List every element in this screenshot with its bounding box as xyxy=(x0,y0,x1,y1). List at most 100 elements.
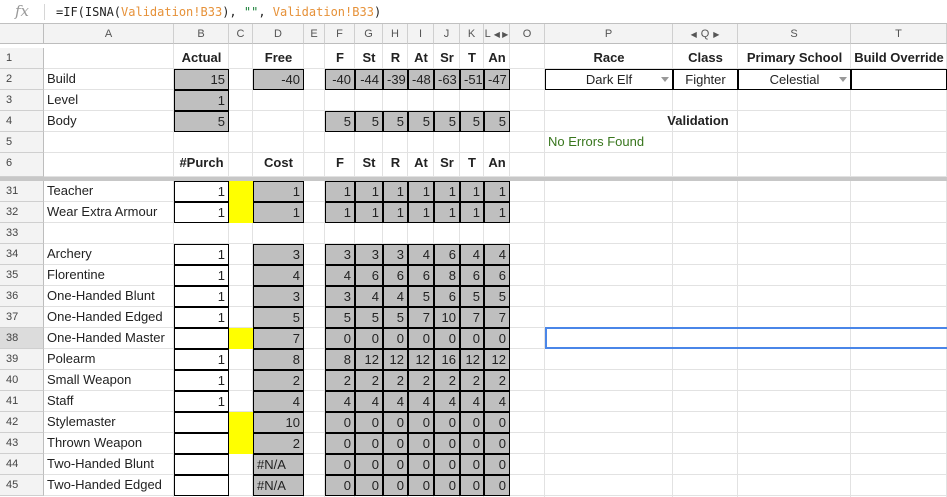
column-header-o[interactable]: O xyxy=(510,24,545,44)
skill-cost-cell[interactable]: 2 xyxy=(253,370,304,391)
purchase-count-input[interactable] xyxy=(174,454,229,475)
race-cost-cell[interactable]: 1 xyxy=(408,181,434,202)
race-cost-cell[interactable]: 1 xyxy=(460,181,484,202)
column-header-d[interactable]: D xyxy=(253,24,304,44)
stat-value-cell[interactable]: 5 xyxy=(355,111,383,132)
column-header-c[interactable]: C xyxy=(229,24,253,44)
race-cost-cell[interactable]: 0 xyxy=(408,454,434,475)
race-cost-cell[interactable]: 1 xyxy=(383,181,408,202)
race-cost-cell[interactable]: 0 xyxy=(484,475,510,496)
race-cost-cell[interactable]: 0 xyxy=(355,475,383,496)
race-cost-cell[interactable]: 0 xyxy=(325,412,355,433)
race-cost-cell[interactable]: 4 xyxy=(460,391,484,412)
stat-value-cell[interactable]: -39 xyxy=(383,69,408,90)
stat-value-cell[interactable]: 5 xyxy=(460,111,484,132)
purchase-count-input[interactable]: 1 xyxy=(174,370,229,391)
race-cost-cell[interactable]: 6 xyxy=(355,265,383,286)
chevron-down-icon[interactable] xyxy=(839,77,847,82)
row-header-40[interactable]: 40 xyxy=(0,370,44,391)
skill-cost-cell[interactable]: #N/A xyxy=(253,475,304,496)
race-cost-cell[interactable]: 0 xyxy=(484,412,510,433)
race-cost-cell[interactable]: 12 xyxy=(355,349,383,370)
stat-value-cell[interactable]: 5 xyxy=(325,111,355,132)
skill-cost-cell[interactable]: 4 xyxy=(253,265,304,286)
purchase-count-input[interactable]: 1 xyxy=(174,391,229,412)
selected-cell-range[interactable] xyxy=(545,327,947,349)
stat-value-cell[interactable]: -63 xyxy=(434,69,460,90)
race-cost-cell[interactable]: 0 xyxy=(434,328,460,349)
row-header-36[interactable]: 36 xyxy=(0,286,44,307)
hidden-columns-arrows-icon[interactable]: ◀ ▶ xyxy=(494,30,509,39)
stat-value-cell[interactable]: -48 xyxy=(408,69,434,90)
row-header-2[interactable]: 2 xyxy=(0,69,44,90)
skill-cost-cell[interactable]: 2 xyxy=(253,433,304,454)
race-cost-cell[interactable]: 16 xyxy=(434,349,460,370)
race-cost-cell[interactable]: 0 xyxy=(355,433,383,454)
race-cost-cell[interactable]: 4 xyxy=(383,286,408,307)
stat-value-cell[interactable]: -51 xyxy=(460,69,484,90)
race-cost-cell[interactable]: 4 xyxy=(408,244,434,265)
race-cost-cell[interactable]: 4 xyxy=(355,286,383,307)
primary-school-select[interactable]: Celestial xyxy=(738,69,851,90)
race-cost-cell[interactable]: 6 xyxy=(484,265,510,286)
race-cost-cell[interactable]: 0 xyxy=(484,454,510,475)
column-header-f[interactable]: F xyxy=(325,24,355,44)
row-header-3[interactable]: 3 xyxy=(0,90,44,111)
purchase-count-input[interactable] xyxy=(174,475,229,496)
race-cost-cell[interactable]: 0 xyxy=(325,454,355,475)
race-cost-cell[interactable]: 0 xyxy=(383,454,408,475)
row-header-6[interactable]: 6 xyxy=(0,153,44,177)
purchase-count-input[interactable]: 1 xyxy=(174,181,229,202)
race-cost-cell[interactable]: 0 xyxy=(325,433,355,454)
row-header-42[interactable]: 42 xyxy=(0,412,44,433)
race-cost-cell[interactable]: 0 xyxy=(408,433,434,454)
race-cost-cell[interactable]: 10 xyxy=(434,307,460,328)
select-all-corner[interactable] xyxy=(0,24,44,44)
race-cost-cell[interactable]: 1 xyxy=(408,202,434,223)
race-cost-cell[interactable]: 5 xyxy=(408,286,434,307)
race-cost-cell[interactable]: 0 xyxy=(460,328,484,349)
free-value-cell[interactable]: -40 xyxy=(253,69,304,90)
race-cost-cell[interactable]: 0 xyxy=(383,412,408,433)
purchase-count-input[interactable]: 1 xyxy=(174,286,229,307)
race-cost-cell[interactable]: 2 xyxy=(408,370,434,391)
stat-value-cell[interactable]: 5 xyxy=(484,111,510,132)
race-cost-cell[interactable]: 0 xyxy=(460,454,484,475)
race-cost-cell[interactable]: 0 xyxy=(383,433,408,454)
row-header-35[interactable]: 35 xyxy=(0,265,44,286)
purchase-count-input[interactable]: 1 xyxy=(174,265,229,286)
race-cost-cell[interactable]: 4 xyxy=(383,391,408,412)
race-cost-cell[interactable]: 2 xyxy=(434,370,460,391)
race-cost-cell[interactable]: 0 xyxy=(408,328,434,349)
race-cost-cell[interactable]: 4 xyxy=(325,391,355,412)
skill-cost-cell[interactable]: #N/A xyxy=(253,454,304,475)
race-cost-cell[interactable]: 1 xyxy=(325,181,355,202)
race-cost-cell[interactable]: 0 xyxy=(434,412,460,433)
purchase-count-input[interactable]: 1 xyxy=(174,307,229,328)
column-header-b[interactable]: B xyxy=(174,24,229,44)
row-header-38[interactable]: 38 xyxy=(0,328,44,349)
race-cost-cell[interactable]: 12 xyxy=(460,349,484,370)
race-cost-cell[interactable]: 0 xyxy=(460,412,484,433)
column-header-p[interactable]: P xyxy=(545,24,673,44)
race-cost-cell[interactable]: 4 xyxy=(484,391,510,412)
race-cost-cell[interactable]: 7 xyxy=(484,307,510,328)
purchase-count-input[interactable]: 1 xyxy=(174,349,229,370)
skill-cost-cell[interactable]: 1 xyxy=(253,202,304,223)
race-cost-cell[interactable]: 5 xyxy=(383,307,408,328)
skill-cost-cell[interactable]: 3 xyxy=(253,286,304,307)
race-cost-cell[interactable]: 4 xyxy=(434,391,460,412)
skill-cost-cell[interactable]: 8 xyxy=(253,349,304,370)
race-cost-cell[interactable]: 2 xyxy=(460,370,484,391)
race-cost-cell[interactable]: 1 xyxy=(484,181,510,202)
column-header-a[interactable]: A xyxy=(44,24,174,44)
race-cost-cell[interactable]: 3 xyxy=(325,286,355,307)
race-cost-cell[interactable]: 1 xyxy=(383,202,408,223)
row-header-41[interactable]: 41 xyxy=(0,391,44,412)
row-header-37[interactable]: 37 xyxy=(0,307,44,328)
race-cost-cell[interactable]: 2 xyxy=(484,370,510,391)
stat-value-cell[interactable]: -40 xyxy=(325,69,355,90)
race-cost-cell[interactable]: 1 xyxy=(434,202,460,223)
column-header-k[interactable]: K xyxy=(460,24,484,44)
column-header-i[interactable]: I xyxy=(408,24,434,44)
